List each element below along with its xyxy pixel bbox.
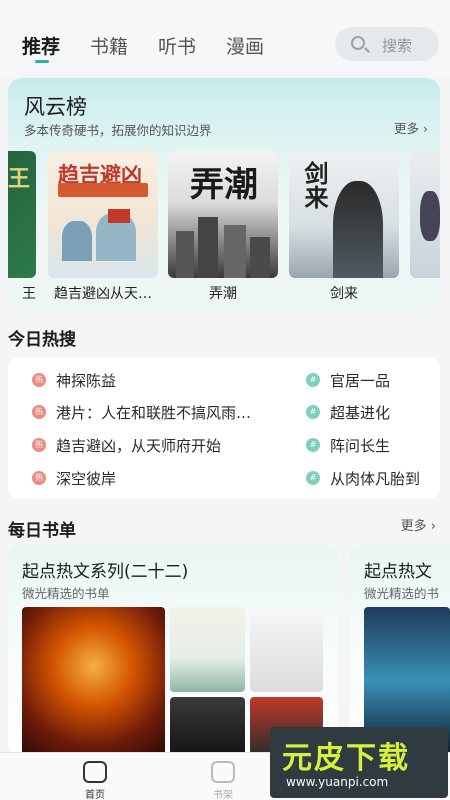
book-item[interactable]: 剑来 剑来 <box>289 151 399 303</box>
tag-badge-icon: # <box>306 405 320 419</box>
hot-search-item[interactable]: # 阵问长生 <box>306 435 390 455</box>
cover-building <box>176 231 194 278</box>
book-title: 趋吉避凶从天… <box>54 286 152 302</box>
hot-badge-icon: 热 <box>32 471 46 485</box>
book-item[interactable] <box>410 151 440 278</box>
watermark-text: 元皮下载 <box>282 741 410 776</box>
chevron-right-icon: › <box>430 519 436 534</box>
book-cover <box>170 607 245 692</box>
tag-badge-icon: # <box>306 373 320 387</box>
hot-search-item[interactable]: # 从肉体凡胎到 <box>306 468 436 488</box>
book-item[interactable]: 王 王 <box>8 151 36 303</box>
ranking-title: 风云榜 <box>24 95 87 119</box>
cover-temple <box>108 209 130 223</box>
ranking-more-link[interactable]: 更多 › <box>394 118 428 137</box>
cover-text: 剑来 <box>300 161 328 209</box>
book-cover: 王 <box>8 151 36 278</box>
hot-badge-icon: 热 <box>32 373 46 387</box>
book-title: 王 <box>22 286 36 302</box>
book-list-card[interactable]: 起点热文系列(二十二) 微光精选的书单 <box>8 545 338 755</box>
book-title: 弄潮 <box>209 286 237 302</box>
hot-search-text: 港片：人在和联胜不搞风雨… <box>56 403 252 422</box>
home-icon <box>83 761 107 783</box>
hot-search-item[interactable]: 热 趋吉避凶，从天师府开始 <box>32 435 221 455</box>
nav-home[interactable]: 首页 <box>65 761 125 800</box>
watermark-logo: 元皮下载 www.yuanpi.com <box>270 727 448 798</box>
cover-text: 王 <box>8 167 30 192</box>
cover-building <box>198 217 218 278</box>
hot-search-text: 深空彼岸 <box>56 469 117 488</box>
tab-audiobooks[interactable]: 听书 <box>158 32 196 59</box>
tab-comics[interactable]: 漫画 <box>226 32 264 59</box>
hot-search-item[interactable]: # 官居一品 <box>306 370 390 390</box>
book-cover <box>250 607 323 692</box>
hot-badge-icon: 热 <box>32 438 46 452</box>
tag-badge-icon: # <box>306 471 320 485</box>
cover-figure <box>420 191 440 241</box>
book-cover: 趋吉避凶 <box>48 151 158 278</box>
search-box[interactable]: 搜索 <box>335 27 439 61</box>
book-list-subtitle: 微光精选的书 <box>364 586 440 601</box>
book-list-card[interactable]: 起点热文 微光精选的书 <box>350 545 450 755</box>
ranking-card: 风云榜 多本传奇硬书，拓展你的知识边界 更多 › 王 王 趋吉避凶 趋吉避凶从天… <box>8 78 440 310</box>
hot-search-card: 热 神探陈益 热 港片：人在和联胜不搞风雨… 热 趋吉避凶，从天师府开始 热 深… <box>8 357 440 499</box>
hot-search-text: 趋吉避凶，从天师府开始 <box>56 436 222 455</box>
search-icon <box>351 36 365 50</box>
daily-more-link[interactable]: 更多 › <box>401 515 436 534</box>
active-tab-indicator <box>35 60 49 63</box>
book-list-title: 起点热文系列(二十二) <box>22 562 189 582</box>
watermark-url: www.yuanpi.com <box>286 775 389 789</box>
nav-home-label: 首页 <box>85 790 105 800</box>
cover-banner <box>58 183 148 197</box>
ranking-more-label: 更多 <box>394 121 420 136</box>
book-cover: 弄潮 <box>168 151 278 278</box>
hot-search-text: 官居一品 <box>330 371 391 390</box>
chevron-right-icon: › <box>423 121 428 136</box>
tab-recommend[interactable]: 推荐 <box>22 32 60 59</box>
book-cover <box>22 607 165 755</box>
book-cover: 剑来 <box>289 151 399 278</box>
cover-figure <box>333 181 383 278</box>
hot-search-item[interactable]: # 超基进化 <box>306 402 390 422</box>
hot-search-text: 从肉体凡胎到 <box>330 469 421 488</box>
hot-search-item[interactable]: 热 神探陈益 <box>32 370 116 390</box>
ranking-subtitle: 多本传奇硬书，拓展你的知识边界 <box>24 123 212 138</box>
bookshelf-icon <box>211 761 235 783</box>
top-bar: 推荐 书籍 听书 漫画 搜索 <box>0 0 450 75</box>
cover-building <box>250 237 270 278</box>
hot-search-item[interactable]: 热 港片：人在和联胜不搞风雨… <box>32 402 251 422</box>
cover-building <box>224 225 246 278</box>
daily-list-title: 每日书单 <box>8 521 76 541</box>
hot-search-text: 超基进化 <box>330 403 391 422</box>
book-item[interactable]: 趋吉避凶 趋吉避凶从天… <box>48 151 158 303</box>
nav-bookshelf-label: 书架 <box>213 790 233 800</box>
hot-badge-icon: 热 <box>32 405 46 419</box>
hot-search-text: 阵问长生 <box>330 436 391 455</box>
hot-search-title: 今日热搜 <box>8 330 76 350</box>
hot-search-text: 神探陈益 <box>56 371 117 390</box>
book-item[interactable]: 弄潮 弄潮 <box>168 151 278 303</box>
cover-mountain <box>62 221 92 261</box>
book-list-title: 起点热文 <box>364 562 432 582</box>
tab-books[interactable]: 书籍 <box>90 32 128 59</box>
tag-badge-icon: # <box>306 438 320 452</box>
daily-more-label: 更多 <box>400 519 427 534</box>
book-cover <box>170 697 245 755</box>
book-title: 剑来 <box>330 286 358 302</box>
hot-search-item[interactable]: 热 深空彼岸 <box>32 468 116 488</box>
search-label: 搜索 <box>382 37 413 55</box>
book-cover <box>410 151 440 278</box>
nav-bookshelf[interactable]: 书架 <box>193 761 253 800</box>
cover-text: 弄潮 <box>190 165 258 205</box>
book-list-subtitle: 微光精选的书单 <box>22 586 110 601</box>
